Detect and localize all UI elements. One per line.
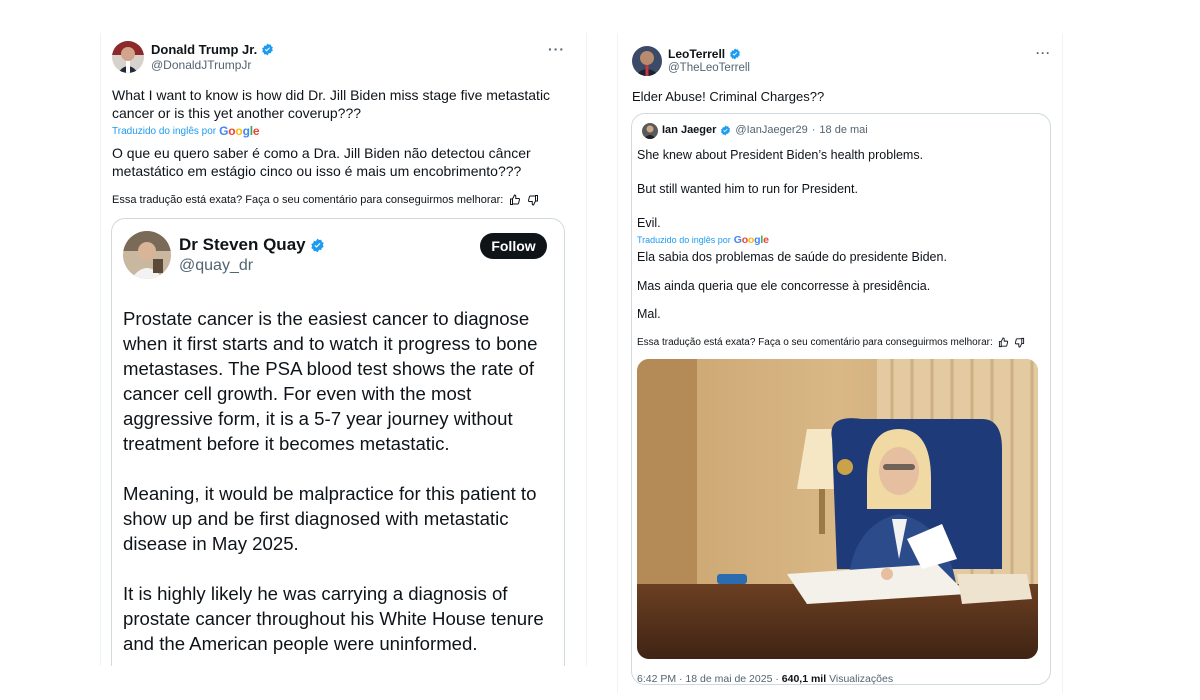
embed-author-handle[interactable]: @quay_dr — [179, 257, 253, 275]
author-handle[interactable]: @DonaldJTrumpJr — [151, 58, 251, 72]
author-name[interactable]: LeoTerrell — [668, 47, 725, 61]
embed-line: It is highly likely he was carrying a di… — [123, 583, 508, 604]
thumbs-down-icon[interactable] — [1014, 337, 1025, 348]
quoted-text-line: Evil. — [637, 216, 661, 230]
embed-line: prostate cancer throughout his White Hou… — [123, 608, 544, 629]
views-label: Visualizações — [829, 673, 894, 685]
author-avatar[interactable] — [112, 41, 144, 73]
embed-line: cancer cell growth. For even with the mo… — [123, 383, 472, 404]
translated-text-line: Mal. — [637, 307, 661, 321]
tweet-text: Elder Abuse! Criminal Charges?? — [632, 89, 825, 104]
author-name-row[interactable]: Donald Trump Jr. — [151, 42, 274, 57]
quoted-text-line: But still wanted him to run for Presiden… — [637, 182, 858, 196]
tweet-timestamp[interactable]: 6:42 PM · 18 de mai de 2025 · — [637, 673, 779, 685]
quoted-media-photo[interactable] — [637, 359, 1038, 659]
verified-badge-icon — [310, 238, 325, 253]
embed-line: when it first starts and to watch it pro… — [123, 333, 538, 354]
verified-badge-icon — [261, 43, 274, 56]
translation-feedback: Essa tradução está exata? Faça o seu com… — [637, 337, 1025, 348]
embed-avatar[interactable] — [123, 231, 171, 279]
translated-text-line: Ela sabia dos problemas de saúde do pres… — [637, 250, 947, 264]
tweet-timestamp-views[interactable]: 6:42 PM · 18 de mai de 2025 · 640,1 mil … — [637, 673, 893, 685]
embed-line: aggressive form, it is a 5-7 year journe… — [123, 408, 513, 429]
embed-line: treatment before it becomes metastatic. — [123, 433, 450, 454]
tweet-text-line: What I want to know is how did Dr. Jill … — [112, 87, 551, 103]
translated-text-line: O que eu quero saber é como a Dra. Jill … — [112, 145, 531, 161]
verified-badge-icon — [729, 48, 741, 60]
embedded-tweet-card[interactable]: Dr Steven Quay @quay_dr Follow Prostate … — [111, 218, 565, 666]
quoted-author-name[interactable]: Ian Jaeger — [662, 124, 716, 136]
google-logo: Google — [219, 124, 260, 138]
embed-line: Prostate cancer is the easiest cancer to… — [123, 308, 530, 329]
embed-line: Meaning, it would be malpractice for thi… — [123, 483, 537, 504]
more-options-icon[interactable]: ··· — [1036, 46, 1051, 60]
meta-separator: · — [811, 124, 816, 136]
translated-text-line: metastático em estágio cinco ou isso é m… — [112, 163, 522, 179]
translated-by[interactable]: Traduzido do inglês por Google — [637, 234, 769, 246]
quoted-date[interactable]: 18 de mai — [819, 124, 867, 136]
quoted-name-row[interactable]: Ian Jaeger @IanJaeger29 · 18 de mai — [662, 124, 868, 136]
right-tweet: LeoTerrell @TheLeoTerrell ··· Elder Abus… — [617, 33, 1063, 693]
follow-button[interactable]: Follow — [480, 233, 547, 259]
author-handle[interactable]: @TheLeoTerrell — [668, 62, 750, 74]
thumbs-up-icon[interactable] — [509, 194, 521, 206]
embed-line: show up and be first diagnosed with meta… — [123, 508, 509, 529]
feedback-question: Essa tradução está exata? Faça o seu com… — [637, 337, 993, 348]
quoted-author-handle[interactable]: @IanJaeger29 — [735, 124, 807, 136]
translated-by[interactable]: Traduzido do inglês por Google — [112, 124, 260, 138]
translation-feedback: Essa tradução está exata? Faça o seu com… — [112, 194, 539, 206]
author-name[interactable]: Donald Trump Jr. — [151, 42, 257, 57]
embed-name-row[interactable]: Dr Steven Quay — [179, 235, 325, 255]
tweet-text: What I want to know is how did Dr. Jill … — [112, 86, 572, 122]
translated-text-line: Mas ainda queria que ele concorresse à p… — [637, 279, 931, 293]
embed-paragraph-1: Prostate cancer is the easiest cancer to… — [123, 306, 563, 456]
translated-by-label: Traduzido do inglês por — [112, 125, 217, 137]
embed-line: metastases. The PSA blood test shows the… — [123, 358, 535, 379]
embed-line: disease in May 2025. — [123, 533, 299, 554]
quoted-tweet-card[interactable]: Ian Jaeger @IanJaeger29 · 18 de mai She … — [631, 113, 1051, 685]
author-avatar[interactable] — [632, 46, 662, 76]
google-logo: Google — [733, 234, 769, 246]
more-options-icon[interactable]: ··· — [548, 41, 565, 57]
feedback-question: Essa tradução está exata? Faça o seu com… — [112, 194, 504, 206]
translated-by-label: Traduzido do inglês por — [637, 235, 731, 245]
thumbs-up-icon[interactable] — [998, 337, 1009, 348]
verified-badge-icon — [720, 124, 731, 136]
tweet-text-line: cancer or is this yet another coverup??? — [112, 105, 362, 121]
quoted-author-avatar[interactable] — [642, 123, 658, 139]
embed-line: and the American people were uninformed. — [123, 633, 478, 654]
thumbs-down-icon[interactable] — [527, 194, 539, 206]
translated-text: O que eu quero saber é como a Dra. Jill … — [112, 144, 572, 180]
embed-paragraph-3: It is highly likely he was carrying a di… — [123, 581, 563, 656]
embed-paragraph-2: Meaning, it would be malpractice for thi… — [123, 481, 563, 556]
left-tweet: Donald Trump Jr. @DonaldJTrumpJr ··· Wha… — [100, 33, 587, 666]
quoted-text-line: She knew about President Biden’s health … — [637, 148, 924, 162]
views-count: 640,1 mil — [781, 673, 827, 685]
author-name-row[interactable]: LeoTerrell — [668, 47, 741, 61]
embed-author-name[interactable]: Dr Steven Quay — [179, 235, 306, 255]
